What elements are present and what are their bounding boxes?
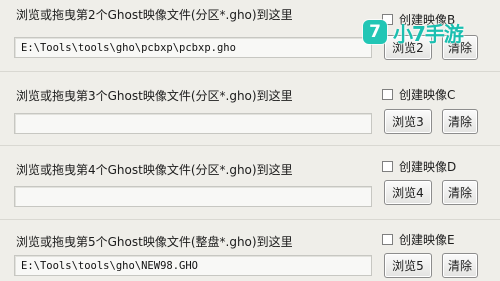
create-image-e-checkbox[interactable]: 创建映像E — [382, 231, 455, 248]
create-image-c-checkbox[interactable]: 创建映像C — [382, 86, 455, 103]
browse-3-button[interactable]: 浏览3 — [384, 109, 432, 134]
checkbox-label: 创建映像C — [399, 88, 456, 102]
clear-2-button[interactable]: 清除 — [442, 35, 478, 60]
row-3-label: 浏览或拖曳第3个Ghost映像文件(分区*.gho)到这里 — [16, 89, 293, 103]
image-4-path-field[interactable] — [14, 186, 372, 207]
ghost-image-panel: 浏览或拖曳第2个Ghost映像文件(分区*.gho)到这里 创建映像B E:\T… — [0, 0, 500, 281]
row-divider — [0, 71, 500, 72]
clear-5-button[interactable]: 清除 — [442, 253, 478, 278]
row-divider — [0, 219, 500, 220]
image-3-path-field[interactable] — [14, 113, 372, 134]
row-divider — [0, 145, 500, 146]
image-2-path-field[interactable]: E:\Tools\tools\gho\pcbxp\pcbxp.gho — [14, 37, 372, 58]
browse-2-button[interactable]: 浏览2 — [384, 35, 432, 60]
browse-5-button[interactable]: 浏览5 — [384, 253, 432, 278]
row-4-label: 浏览或拖曳第4个Ghost映像文件(分区*.gho)到这里 — [16, 163, 293, 177]
checkbox-box[interactable] — [382, 161, 393, 172]
row-2-label: 浏览或拖曳第2个Ghost映像文件(分区*.gho)到这里 — [16, 8, 293, 22]
browse-4-button[interactable]: 浏览4 — [384, 180, 432, 205]
checkbox-label: 创建映像E — [399, 233, 455, 247]
image-5-path-field[interactable]: E:\Tools\tools\gho\NEW98.GHO — [14, 255, 372, 276]
row-5-label: 浏览或拖曳第5个Ghost映像文件(整盘*.gho)到这里 — [16, 235, 293, 249]
checkbox-box[interactable] — [382, 89, 393, 100]
clear-3-button[interactable]: 清除 — [442, 109, 478, 134]
checkbox-label: 创建映像B — [399, 13, 456, 27]
clear-4-button[interactable]: 清除 — [442, 180, 478, 205]
create-image-d-checkbox[interactable]: 创建映像D — [382, 158, 456, 175]
checkbox-box[interactable] — [382, 234, 393, 245]
create-image-b-checkbox[interactable]: 创建映像B — [382, 11, 455, 28]
checkbox-label: 创建映像D — [399, 160, 457, 174]
checkbox-box[interactable] — [382, 14, 393, 25]
